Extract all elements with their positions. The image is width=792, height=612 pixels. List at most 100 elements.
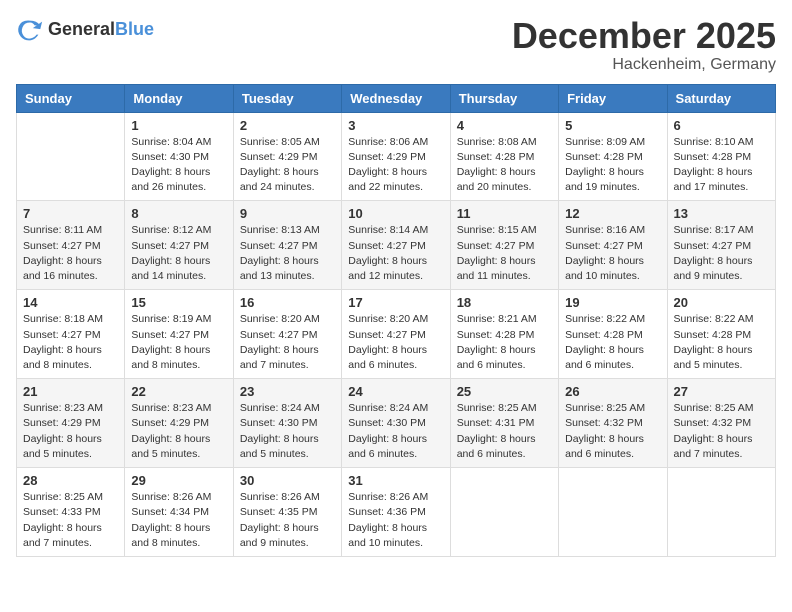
day-number: 24 (348, 384, 443, 399)
calendar-cell: 31Sunrise: 8:26 AMSunset: 4:36 PMDayligh… (342, 468, 450, 557)
day-info: Sunrise: 8:11 AMSunset: 4:27 PMDaylight:… (23, 223, 118, 284)
calendar-cell: 17 Sunrise: 8:20 AMSunset: 4:27 PMDayligh… (342, 290, 450, 379)
calendar-cell: 16 Sunrise: 8:20 AMSunset: 4:27 PMDayligh… (233, 290, 341, 379)
day-info: Sunrise: 8:24 AMSunset: 4:30 PMDaylight:… (348, 401, 443, 462)
calendar-cell: 14 Sunrise: 8:18 AMSunset: 4:27 PMDayligh… (17, 290, 125, 379)
logo: GeneralBlue (16, 16, 154, 44)
calendar-cell: 23 Sunrise: 8:24 AMSunset: 4:30 PMDayligh… (233, 379, 341, 468)
calendar-cell: 8 Sunrise: 8:12 AMSunset: 4:27 PMDaylight… (125, 201, 233, 290)
day-number: 29 (131, 473, 226, 488)
day-info: Sunrise: 8:26 AMSunset: 4:35 PMDaylight:… (240, 490, 335, 551)
day-info: Sunrise: 8:22 AMSunset: 4:28 PMDaylight:… (565, 312, 660, 373)
calendar-cell: 1Sunrise: 8:04 AMSunset: 4:30 PMDaylight… (125, 112, 233, 201)
location-title: Hackenheim, Germany (512, 56, 776, 74)
day-number: 11 (457, 206, 552, 221)
day-number: 1 (131, 118, 226, 133)
day-number: 28 (23, 473, 118, 488)
day-number: 19 (565, 295, 660, 310)
day-number: 9 (240, 206, 335, 221)
day-info: Sunrise: 8:15 AMSunset: 4:27 PMDaylight:… (457, 223, 552, 284)
calendar-cell: 30 Sunrise: 8:26 AMSunset: 4:35 PMDayligh… (233, 468, 341, 557)
calendar-cell: 27 Sunrise: 8:25 AMSunset: 4:32 PMDayligh… (667, 379, 775, 468)
calendar-header-monday: Monday (125, 84, 233, 112)
calendar-cell: 12Sunrise: 8:16 AMSunset: 4:27 PMDayligh… (559, 201, 667, 290)
calendar-cell (17, 112, 125, 201)
calendar-cell (559, 468, 667, 557)
calendar-cell: 13Sunrise: 8:17 AMSunset: 4:27 PMDayligh… (667, 201, 775, 290)
calendar-week-row: 21 Sunrise: 8:23 AMSunset: 4:29 PMDayligh… (17, 379, 776, 468)
calendar-cell: 4 Sunrise: 8:08 AMSunset: 4:28 PMDaylight… (450, 112, 558, 201)
day-number: 6 (674, 118, 769, 133)
day-number: 15 (131, 295, 226, 310)
calendar-cell: 24 Sunrise: 8:24 AMSunset: 4:30 PMDayligh… (342, 379, 450, 468)
calendar-header-sunday: Sunday (17, 84, 125, 112)
day-info: Sunrise: 8:18 AMSunset: 4:27 PMDaylight:… (23, 312, 118, 373)
day-number: 27 (674, 384, 769, 399)
day-info: Sunrise: 8:05 AMSunset: 4:29 PMDaylight:… (240, 135, 335, 196)
calendar-cell (667, 468, 775, 557)
day-info: Sunrise: 8:23 AMSunset: 4:29 PMDaylight:… (23, 401, 118, 462)
day-info: Sunrise: 8:20 AMSunset: 4:27 PMDaylight:… (348, 312, 443, 373)
day-info: Sunrise: 8:19 AMSunset: 4:27 PMDaylight:… (131, 312, 226, 373)
day-info: Sunrise: 8:22 AMSunset: 4:28 PMDaylight:… (674, 312, 769, 373)
calendar-cell: 22Sunrise: 8:23 AMSunset: 4:29 PMDayligh… (125, 379, 233, 468)
calendar-header-thursday: Thursday (450, 84, 558, 112)
logo-text: GeneralBlue (48, 20, 154, 40)
calendar-header-wednesday: Wednesday (342, 84, 450, 112)
day-number: 8 (131, 206, 226, 221)
calendar-cell: 18 Sunrise: 8:21 AMSunset: 4:28 PMDayligh… (450, 290, 558, 379)
day-number: 30 (240, 473, 335, 488)
calendar-week-row: 1Sunrise: 8:04 AMSunset: 4:30 PMDaylight… (17, 112, 776, 201)
day-info: Sunrise: 8:23 AMSunset: 4:29 PMDaylight:… (131, 401, 226, 462)
day-info: Sunrise: 8:14 AMSunset: 4:27 PMDaylight:… (348, 223, 443, 284)
day-number: 21 (23, 384, 118, 399)
day-info: Sunrise: 8:20 AMSunset: 4:27 PMDaylight:… (240, 312, 335, 373)
day-number: 2 (240, 118, 335, 133)
day-info: Sunrise: 8:25 AMSunset: 4:31 PMDaylight:… (457, 401, 552, 462)
calendar-header-row: SundayMondayTuesdayWednesdayThursdayFrid… (17, 84, 776, 112)
day-number: 12 (565, 206, 660, 221)
day-number: 7 (23, 206, 118, 221)
day-info: Sunrise: 8:10 AMSunset: 4:28 PMDaylight:… (674, 135, 769, 196)
calendar-cell: 19 Sunrise: 8:22 AMSunset: 4:28 PMDayligh… (559, 290, 667, 379)
day-number: 5 (565, 118, 660, 133)
calendar-week-row: 14 Sunrise: 8:18 AMSunset: 4:27 PMDayligh… (17, 290, 776, 379)
title-area: December 2025 Hackenheim, Germany (512, 16, 776, 74)
calendar-cell: 15 Sunrise: 8:19 AMSunset: 4:27 PMDayligh… (125, 290, 233, 379)
day-info: Sunrise: 8:25 AMSunset: 4:32 PMDaylight:… (565, 401, 660, 462)
day-info: Sunrise: 8:13 AMSunset: 4:27 PMDaylight:… (240, 223, 335, 284)
day-number: 23 (240, 384, 335, 399)
day-number: 25 (457, 384, 552, 399)
calendar-cell: 21 Sunrise: 8:23 AMSunset: 4:29 PMDayligh… (17, 379, 125, 468)
calendar-cell: 9 Sunrise: 8:13 AMSunset: 4:27 PMDaylight… (233, 201, 341, 290)
calendar-cell: 6 Sunrise: 8:10 AMSunset: 4:28 PMDaylight… (667, 112, 775, 201)
day-info: Sunrise: 8:12 AMSunset: 4:27 PMDaylight:… (131, 223, 226, 284)
day-number: 17 (348, 295, 443, 310)
calendar-cell (450, 468, 558, 557)
day-number: 4 (457, 118, 552, 133)
calendar-cell: 20Sunrise: 8:22 AMSunset: 4:28 PMDayligh… (667, 290, 775, 379)
calendar-cell: 11 Sunrise: 8:15 AMSunset: 4:27 PMDayligh… (450, 201, 558, 290)
calendar-header-friday: Friday (559, 84, 667, 112)
day-number: 16 (240, 295, 335, 310)
day-info: Sunrise: 8:25 AMSunset: 4:33 PMDaylight:… (23, 490, 118, 551)
calendar-header-tuesday: Tuesday (233, 84, 341, 112)
day-number: 14 (23, 295, 118, 310)
calendar-cell: 7 Sunrise: 8:11 AMSunset: 4:27 PMDaylight… (17, 201, 125, 290)
day-number: 18 (457, 295, 552, 310)
day-info: Sunrise: 8:08 AMSunset: 4:28 PMDaylight:… (457, 135, 552, 196)
day-info: Sunrise: 8:09 AMSunset: 4:28 PMDaylight:… (565, 135, 660, 196)
calendar-cell: 3Sunrise: 8:06 AMSunset: 4:29 PMDaylight… (342, 112, 450, 201)
calendar-body: 1Sunrise: 8:04 AMSunset: 4:30 PMDaylight… (17, 112, 776, 556)
day-number: 3 (348, 118, 443, 133)
day-info: Sunrise: 8:24 AMSunset: 4:30 PMDaylight:… (240, 401, 335, 462)
day-info: Sunrise: 8:21 AMSunset: 4:28 PMDaylight:… (457, 312, 552, 373)
day-info: Sunrise: 8:17 AMSunset: 4:27 PMDaylight:… (674, 223, 769, 284)
calendar-cell: 25 Sunrise: 8:25 AMSunset: 4:31 PMDayligh… (450, 379, 558, 468)
day-info: Sunrise: 8:25 AMSunset: 4:32 PMDaylight:… (674, 401, 769, 462)
day-number: 31 (348, 473, 443, 488)
day-info: Sunrise: 8:26 AMSunset: 4:34 PMDaylight:… (131, 490, 226, 551)
calendar-week-row: 7 Sunrise: 8:11 AMSunset: 4:27 PMDaylight… (17, 201, 776, 290)
logo-icon (16, 16, 44, 44)
day-number: 10 (348, 206, 443, 221)
